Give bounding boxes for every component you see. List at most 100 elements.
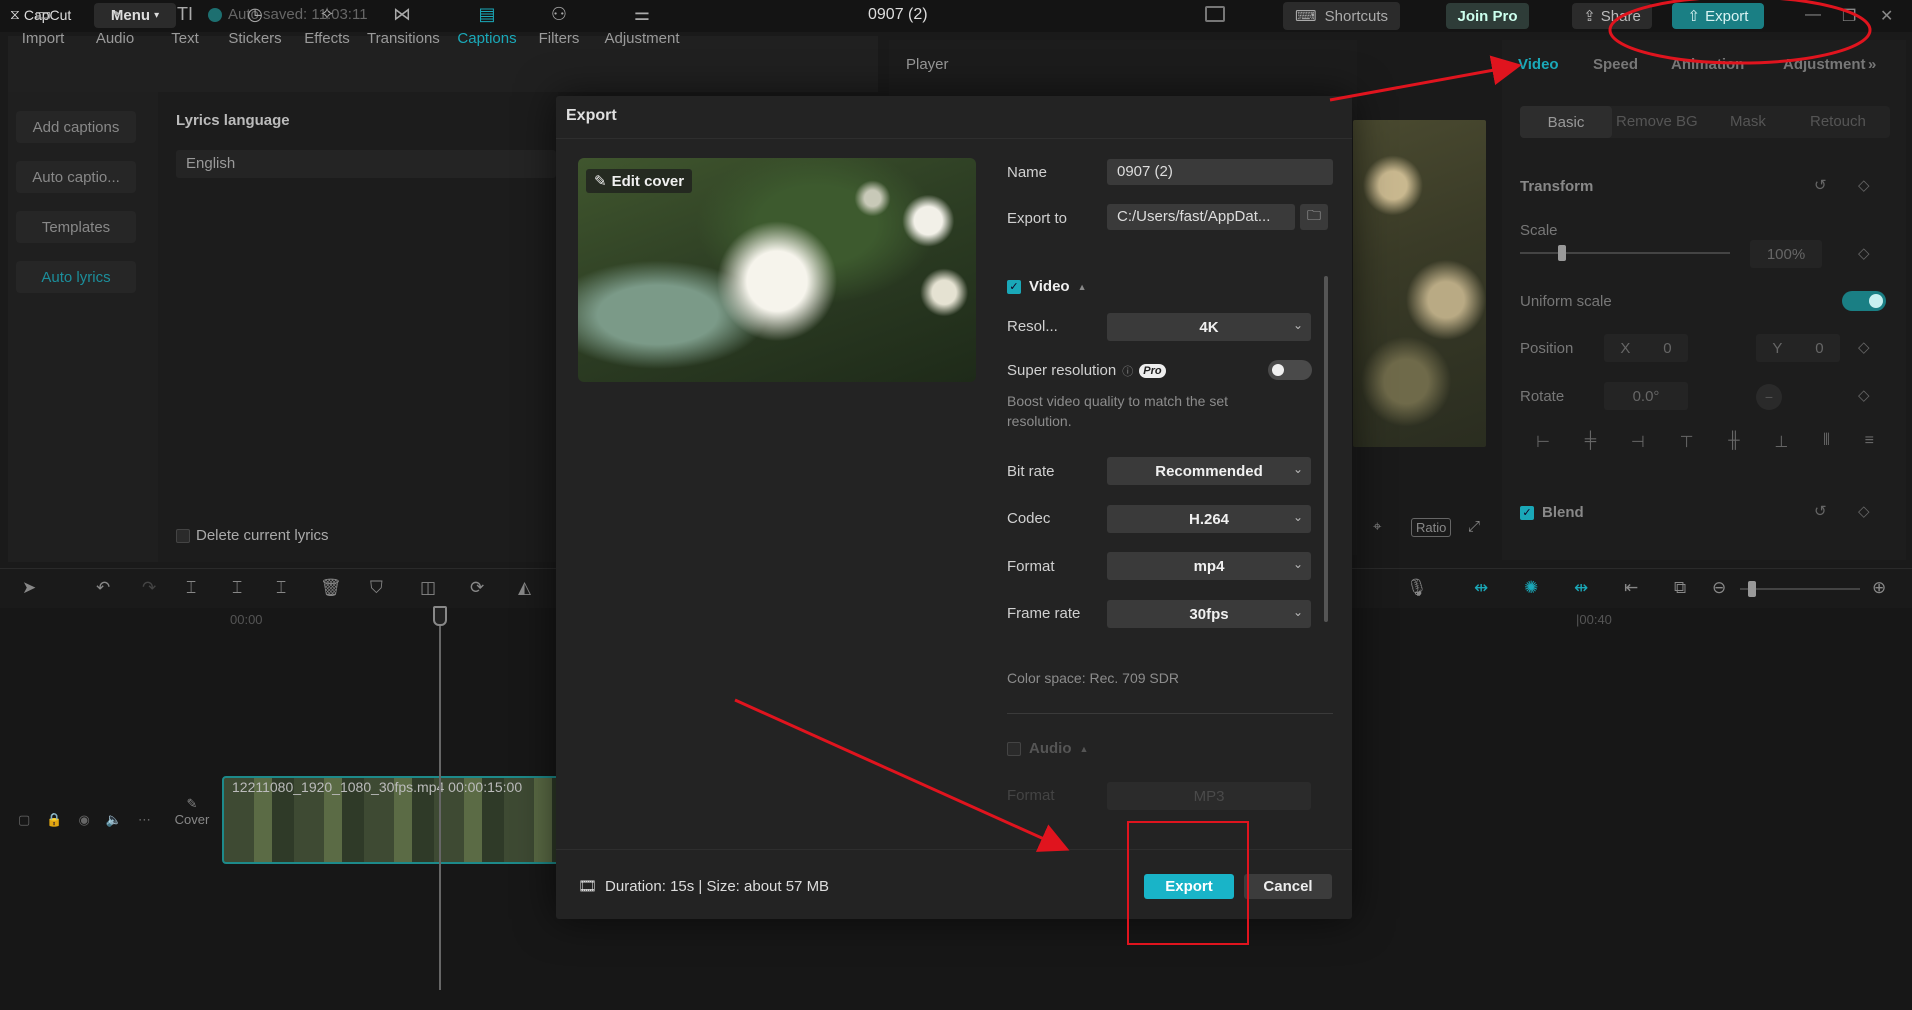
keyframe-icon[interactable]: ◇ — [1858, 338, 1870, 356]
reset-icon[interactable]: ↺ — [1814, 176, 1827, 194]
close-icon[interactable]: ✕ — [1880, 6, 1893, 26]
tool-captions[interactable]: ▤ Captions — [452, 4, 522, 47]
sidebar-item-add-captions[interactable]: Add captions — [16, 111, 136, 143]
keyframe-icon[interactable]: ◇ — [1858, 176, 1870, 194]
zoom-fit-icon[interactable]: ⌖ — [1373, 518, 1381, 535]
reverse-icon[interactable]: ⟳ — [470, 578, 484, 598]
name-input[interactable]: 0907 (2) — [1107, 159, 1333, 185]
uniform-scale-toggle[interactable] — [1842, 291, 1886, 311]
keyframe-icon[interactable]: ◇ — [1858, 502, 1870, 520]
subtab-mask[interactable]: Mask — [1730, 113, 1766, 130]
tool-adjustment[interactable]: ⚌ Adjustment — [600, 4, 684, 47]
framerate-select[interactable]: 30fps ⌄ — [1107, 600, 1311, 628]
preview-axis-icon[interactable]: ⧉ — [1674, 578, 1686, 598]
share-button[interactable]: ⇪ Share — [1572, 3, 1652, 29]
subtab-retouch[interactable]: Retouch — [1810, 113, 1866, 130]
ratio-button[interactable]: Ratio — [1411, 518, 1452, 537]
join-pro-button[interactable]: Join Pro — [1446, 3, 1529, 29]
reset-icon[interactable]: ↺ — [1814, 502, 1827, 520]
tool-import[interactable]: ▭ Import — [8, 4, 78, 47]
mirror-icon[interactable]: ◭ — [518, 578, 531, 598]
codec-select[interactable]: H.264 ⌄ — [1107, 505, 1311, 533]
scale-slider[interactable] — [1520, 252, 1730, 254]
freeze-icon[interactable]: ◫ — [420, 578, 436, 598]
magnet-icon[interactable]: ✺ — [1524, 578, 1538, 598]
link-icon[interactable]: ⇹ — [1474, 578, 1488, 598]
checkbox[interactable] — [176, 528, 190, 543]
scale-slider-handle[interactable] — [1558, 245, 1566, 261]
export-path-input[interactable]: C:/Users/fast/AppDat... — [1107, 204, 1295, 230]
sidebar-item-templates[interactable]: Templates — [16, 211, 136, 243]
align-top-icon[interactable]: ⊤ — [1680, 432, 1694, 456]
position-y-input[interactable]: Y0 — [1756, 334, 1840, 362]
rotate-dial-icon[interactable]: − — [1756, 384, 1782, 410]
zoom-slider[interactable] — [1740, 588, 1860, 590]
zoom-slider-handle[interactable] — [1748, 581, 1756, 597]
tab-speed[interactable]: Speed — [1593, 56, 1638, 73]
more-icon[interactable]: ⋯ — [138, 812, 151, 828]
video-checkbox[interactable]: ✓ — [1007, 279, 1021, 294]
format-select[interactable]: mp4 ⌄ — [1107, 552, 1311, 580]
blend-checkbox[interactable]: ✓ — [1520, 505, 1534, 520]
snap-icon[interactable]: ⇹ — [1574, 578, 1588, 598]
track-thumbnail-icon[interactable]: ▢ — [18, 812, 30, 828]
split-left-icon[interactable]: ⌶ — [232, 578, 242, 598]
align-left-icon[interactable]: ⊢ — [1536, 432, 1550, 456]
tab-animation[interactable]: Animation — [1671, 56, 1744, 73]
subtab-remove-bg[interactable]: Remove BG — [1616, 113, 1698, 130]
mute-icon[interactable]: 🔈 — [106, 812, 122, 828]
align-bottom-icon[interactable]: ⊥ — [1774, 432, 1788, 456]
split-preview-icon[interactable]: ⇤ — [1624, 578, 1638, 598]
lock-icon[interactable]: 🔒 — [46, 812, 62, 828]
folder-icon[interactable]: 🗀 — [1300, 204, 1328, 230]
edit-cover-button[interactable]: ✎ Edit cover — [586, 169, 693, 193]
resolution-select[interactable]: 4K ⌄ — [1107, 313, 1311, 341]
marker-icon[interactable]: ⛉ — [370, 578, 383, 598]
redo-icon[interactable]: ↷ — [142, 578, 156, 598]
keyframe-icon[interactable]: ◇ — [1858, 244, 1870, 262]
tool-audio[interactable]: ◔ Audio — [80, 4, 150, 47]
split-icon[interactable]: ⌶ — [186, 578, 196, 598]
delete-icon[interactable]: 🗑 — [320, 578, 342, 598]
tool-text[interactable]: TI Text — [150, 4, 220, 47]
tool-effects[interactable]: ✧ Effects — [292, 4, 362, 47]
align-right-icon[interactable]: ⊣ — [1631, 432, 1645, 456]
keyframe-icon[interactable]: ◇ — [1858, 386, 1870, 404]
playhead-handle[interactable] — [433, 606, 447, 626]
info-icon[interactable]: ⓘ — [1122, 363, 1133, 379]
audio-section-header[interactable]: Audio ▲ — [1007, 740, 1088, 757]
dialog-scrollbar[interactable] — [1324, 276, 1328, 622]
minimize-icon[interactable]: — — [1805, 6, 1821, 24]
maximize-icon[interactable]: ❐ — [1842, 6, 1856, 26]
align-center-h-icon[interactable]: ╪ — [1585, 432, 1596, 456]
eye-icon[interactable]: ◉ — [78, 812, 89, 828]
shortcuts-button[interactable]: ⌨ Shortcuts — [1283, 2, 1400, 30]
super-resolution-toggle[interactable] — [1268, 360, 1312, 380]
split-right-icon[interactable]: ⌶ — [276, 578, 286, 598]
undo-icon[interactable]: ↶ — [96, 578, 110, 598]
audio-format-select[interactable]: MP3 — [1107, 782, 1311, 810]
zoom-out-icon[interactable]: ⊖ — [1712, 578, 1726, 598]
cancel-button[interactable]: Cancel — [1244, 874, 1332, 899]
tool-filters[interactable]: ⚇ Filters — [524, 4, 594, 47]
distribute-v-icon[interactable]: ≡ — [1865, 432, 1874, 456]
delete-lyrics-option[interactable]: Delete current lyrics — [176, 527, 329, 544]
subtab-basic[interactable]: Basic — [1520, 106, 1612, 138]
align-center-v-icon[interactable]: ╫ — [1728, 432, 1739, 456]
cover-button[interactable]: ✎ Cover — [170, 796, 214, 840]
microphone-icon[interactable]: 🎙 — [1406, 578, 1428, 598]
fullscreen-icon[interactable]: ⤢ — [1468, 518, 1480, 535]
layout-icon[interactable] — [1205, 6, 1225, 22]
position-x-input[interactable]: X0 — [1604, 334, 1688, 362]
more-tabs-icon[interactable]: » — [1868, 56, 1876, 73]
lyrics-language-select[interactable]: English — [176, 150, 556, 178]
sidebar-item-auto-lyrics[interactable]: Auto lyrics — [16, 261, 136, 293]
sidebar-item-auto-captions[interactable]: Auto captio... — [16, 161, 136, 193]
select-tool-icon[interactable]: ➤ — [22, 578, 36, 598]
rotate-input[interactable]: 0.0° — [1604, 382, 1688, 410]
zoom-in-icon[interactable]: ⊕ — [1872, 578, 1886, 598]
bitrate-select[interactable]: Recommended ⌄ — [1107, 457, 1311, 485]
tab-video[interactable]: Video — [1518, 56, 1559, 73]
export-button[interactable]: Export — [1144, 874, 1234, 899]
audio-checkbox[interactable] — [1007, 741, 1021, 756]
